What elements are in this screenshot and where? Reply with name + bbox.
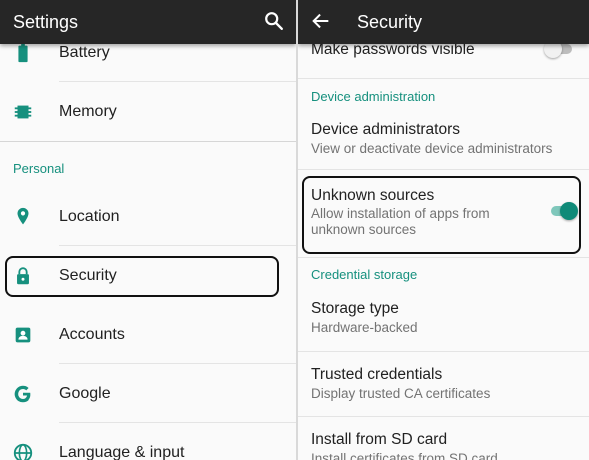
section-divider: [298, 78, 589, 79]
settings-item-label: Location: [59, 207, 120, 225]
section-divider: [298, 257, 589, 258]
divider: [298, 351, 589, 352]
back-arrow-icon[interactable]: [310, 10, 332, 32]
pref-summary: View or deactivate device administrators: [311, 141, 553, 156]
pref-summary: Display trusted CA certificates: [311, 386, 491, 401]
pref-title: Trusted credentials: [311, 366, 443, 383]
pref-trusted-credentials[interactable]: Trusted credentials Display trusted CA c…: [298, 356, 589, 414]
pref-title: Storage type: [311, 300, 399, 317]
settings-app-bar: Settings: [0, 0, 296, 44]
security-panel: Security Make passwords visible Device a…: [298, 0, 589, 460]
section-header-device-admin: Device administration: [311, 89, 436, 104]
section-header-personal: Personal: [13, 161, 65, 176]
page-title: Settings: [13, 12, 79, 32]
settings-item-memory[interactable]: Memory: [0, 82, 296, 141]
settings-item-label: Memory: [59, 102, 117, 120]
settings-item-label: Language & input: [59, 443, 185, 460]
search-icon[interactable]: [263, 10, 285, 32]
google-icon: [14, 385, 31, 402]
pref-title: Device administrators: [311, 121, 461, 138]
pref-summary: Hardware-backed: [311, 320, 418, 335]
settings-item-location[interactable]: Location: [0, 187, 296, 246]
globe-icon: [13, 443, 33, 460]
settings-item-label: Google: [59, 384, 111, 402]
pref-title: Install from SD card: [311, 431, 448, 448]
divider: [298, 416, 589, 417]
page-title: Security: [357, 12, 423, 32]
pref-install-from-sd-card[interactable]: Install from SD card Install certificate…: [298, 421, 589, 460]
settings-item-accounts[interactable]: Accounts: [0, 305, 296, 364]
location-icon: [17, 207, 29, 224]
battery-icon: [18, 43, 28, 62]
divider: [298, 169, 589, 170]
security-highlight-outline: [5, 256, 279, 297]
settings-item-label: Battery: [59, 43, 110, 61]
unknown-sources-highlight-outline: [302, 176, 581, 254]
security-app-bar: Security: [298, 0, 589, 44]
memory-icon: [14, 105, 32, 118]
section-divider: [0, 141, 296, 142]
settings-panel: Settings Battery Memory Personal Locatio…: [0, 0, 296, 460]
pref-storage-type: Storage type Hardware-backed: [298, 290, 589, 348]
settings-item-language[interactable]: Language & input: [0, 423, 296, 460]
settings-item-label: Accounts: [59, 325, 125, 343]
settings-item-google[interactable]: Google: [0, 364, 296, 423]
section-header-credential-storage: Credential storage: [311, 267, 418, 282]
pref-device-administrators[interactable]: Device administrators View or deactivate…: [298, 111, 589, 169]
account-icon: [15, 327, 31, 342]
pref-summary: Install certificates from SD card: [311, 451, 498, 460]
